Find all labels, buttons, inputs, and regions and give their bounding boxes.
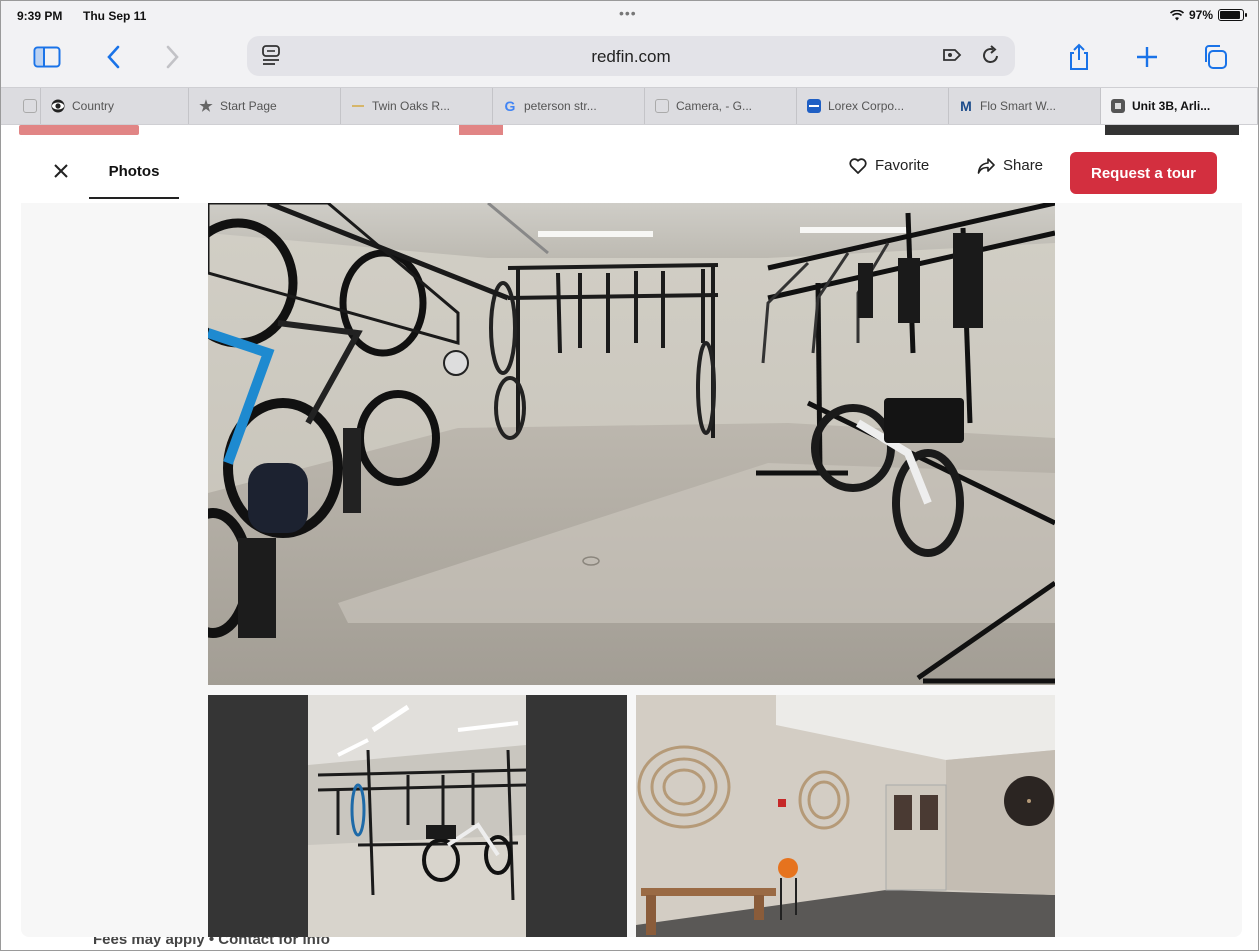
star-icon: ★ [199, 98, 213, 115]
status-time: 9:39 PM [17, 9, 63, 23]
photo-bike-storage-room[interactable] [208, 203, 1055, 685]
tab-label: Twin Oaks R... [372, 99, 451, 113]
tab-google[interactable]: G peterson str... [493, 88, 645, 124]
tab-redfin-active[interactable]: Unit 3B, Arli... [1101, 88, 1258, 124]
heart-icon [849, 157, 867, 174]
close-icon [54, 164, 68, 178]
tab-label: Country [72, 99, 115, 113]
favorite-button[interactable]: Favorite [849, 157, 929, 174]
tab-lorex[interactable]: Lorex Corpo... [797, 88, 949, 124]
address-url[interactable]: redfin.com [247, 47, 1015, 67]
browser-window: 9:39 PM Thu Sep 11 ••• 97% redfin.com Co… [0, 0, 1259, 951]
tab-start-page[interactable]: ★ Start Page [189, 88, 341, 124]
background-dark-element [1105, 125, 1239, 135]
tab-label: Camera, - G... [676, 99, 753, 113]
tab-label: Unit 3B, Arli... [1132, 99, 1211, 113]
status-bar: 9:39 PM Thu Sep 11 ••• 97% [1, 1, 1258, 33]
back-icon[interactable] [93, 39, 133, 75]
photo-lobby-room[interactable] [636, 695, 1055, 937]
moen-icon: M [960, 98, 972, 114]
camera-icon [655, 99, 669, 113]
tab-leading-spacer [1, 88, 41, 124]
battery-percent: 97% [1188, 8, 1213, 22]
twin-oaks-icon [351, 99, 365, 113]
tab-photos[interactable]: Photos [89, 135, 179, 199]
photo-bike-racks-room[interactable] [208, 695, 627, 937]
tab-twin-oaks[interactable]: Twin Oaks R... [341, 88, 493, 124]
forward-icon[interactable] [153, 39, 193, 75]
share-button[interactable]: Share [977, 157, 1043, 174]
tab-country[interactable]: Country [41, 88, 189, 124]
reload-icon[interactable] [981, 44, 1001, 66]
tab-camera[interactable]: Camera, - G... [645, 88, 797, 124]
google-icon: G [504, 98, 516, 114]
favorite-label: Favorite [875, 157, 930, 174]
status-date: Thu Sep 11 [83, 9, 147, 23]
lorex-icon [807, 99, 821, 113]
cbs-eye-icon [51, 99, 65, 113]
tab-label: Start Page [220, 99, 277, 113]
share-arrow-icon [977, 157, 995, 174]
share-label: Share [1003, 157, 1044, 174]
tab-label: peterson str... [524, 99, 597, 113]
multitasking-dots-icon[interactable]: ••• [619, 5, 637, 21]
close-button[interactable] [49, 159, 73, 183]
request-tour-button[interactable]: Request a tour [1070, 152, 1217, 194]
tab-label: Flo Smart W... [980, 99, 1057, 113]
redfin-icon [1111, 99, 1125, 113]
battery-icon [1218, 9, 1247, 21]
extension-icon[interactable] [941, 44, 963, 66]
photo-modal: Photos Favorite Share Request a tour [21, 135, 1242, 937]
tabs-overview-icon[interactable] [1195, 39, 1235, 75]
status-right: 97% [1169, 8, 1247, 22]
address-bar[interactable]: redfin.com [247, 36, 1015, 76]
tab-flo[interactable]: M Flo Smart W... [949, 88, 1101, 124]
background-red-element [459, 125, 503, 135]
wifi-icon [1169, 9, 1184, 21]
modal-header: Photos Favorite Share Request a tour [21, 135, 1242, 203]
tab-placeholder-icon [23, 99, 37, 113]
share-icon[interactable] [1059, 39, 1099, 75]
redfin-logo [19, 125, 139, 135]
tab-bar: Country ★ Start Page Twin Oaks R... G pe… [1, 87, 1258, 125]
new-tab-icon[interactable] [1127, 39, 1167, 75]
tab-label: Lorex Corpo... [828, 99, 905, 113]
sidebar-icon[interactable] [27, 39, 67, 75]
browser-toolbar: redfin.com [1, 33, 1258, 87]
